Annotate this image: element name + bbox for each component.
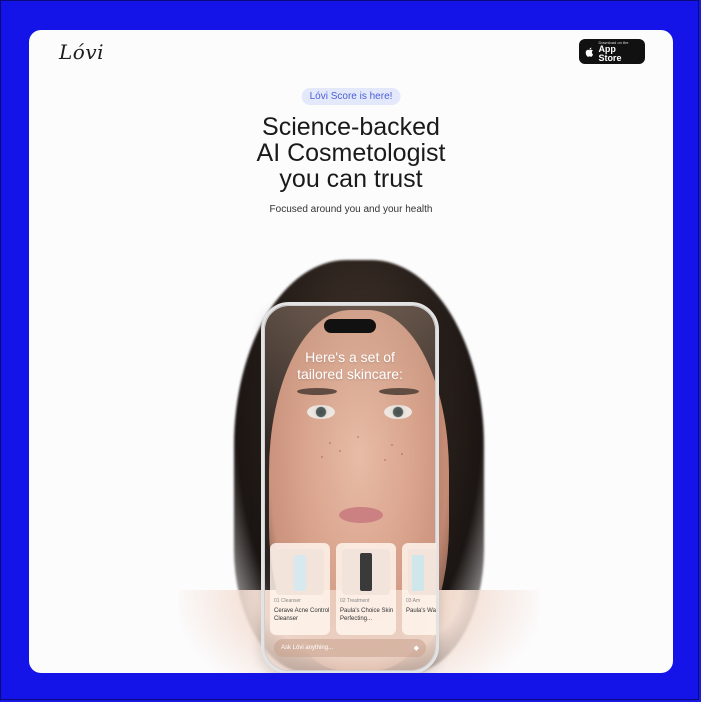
ask-lovi-input[interactable]: Ask Lóvi anything... ◆ — [274, 639, 426, 657]
app-store-button[interactable]: Download on the App Store — [579, 39, 645, 64]
page-subtitle: Focused around you and your health — [269, 204, 433, 215]
product-name: Cerave Acne Control Cleanser — [274, 608, 330, 622]
product-carousel[interactable]: 01 Cleanser Cerave Acne Control Cleanser… — [270, 543, 436, 635]
product-category: 02 Treatment — [340, 598, 370, 604]
headline-line-2: AI Cosmetologist — [256, 139, 446, 167]
product-card[interactable]: 03 Am Paula's Water... — [402, 543, 436, 635]
phone-heading-line-1: Here's a set of — [305, 349, 395, 365]
product-name: Paula's Water... — [406, 608, 436, 614]
voice-wave-icon[interactable]: ◆ — [414, 644, 419, 652]
landing-card: Lóvi Download on the App Store Lóvi Scor… — [29, 30, 673, 673]
lovi-logo[interactable]: Lóvi — [59, 40, 104, 64]
product-bottle-icon — [412, 555, 424, 591]
cleanser-bottle-icon — [294, 555, 306, 591]
product-image — [342, 549, 390, 595]
app-store-label: App Store — [598, 43, 622, 63]
phone-heading-line-2: tailored skincare: — [297, 366, 403, 382]
product-category: 03 Am — [406, 598, 421, 604]
product-image — [276, 549, 324, 595]
product-card[interactable]: 02 Treatment Paula's Choice Skin Perfect… — [336, 543, 396, 635]
product-category: 01 Cleanser — [274, 598, 301, 604]
ask-lovi-placeholder: Ask Lóvi anything... — [281, 645, 334, 651]
phone-heading: Here's a set of tailored skincare: — [264, 349, 436, 383]
apple-icon — [585, 47, 594, 57]
lovi-score-badge[interactable]: Lóvi Score is here! — [301, 88, 401, 105]
browser-frame: Lóvi Download on the App Store Lóvi Scor… — [0, 0, 699, 700]
headline-line-3: you can trust — [279, 165, 423, 193]
phone-mockup: Here's a set of tailored skincare: 01 Cl… — [261, 302, 439, 673]
treatment-bottle-icon — [360, 553, 372, 591]
page-title: Science-backed AI Cosmetologist you can … — [29, 114, 673, 192]
product-card[interactable]: 01 Cleanser Cerave Acne Control Cleanser — [270, 543, 330, 635]
phone-notch — [324, 319, 376, 333]
headline-line-1: Science-backed — [262, 113, 440, 141]
product-image — [408, 549, 436, 595]
product-name: Paula's Choice Skin Perfecting... — [340, 608, 394, 622]
